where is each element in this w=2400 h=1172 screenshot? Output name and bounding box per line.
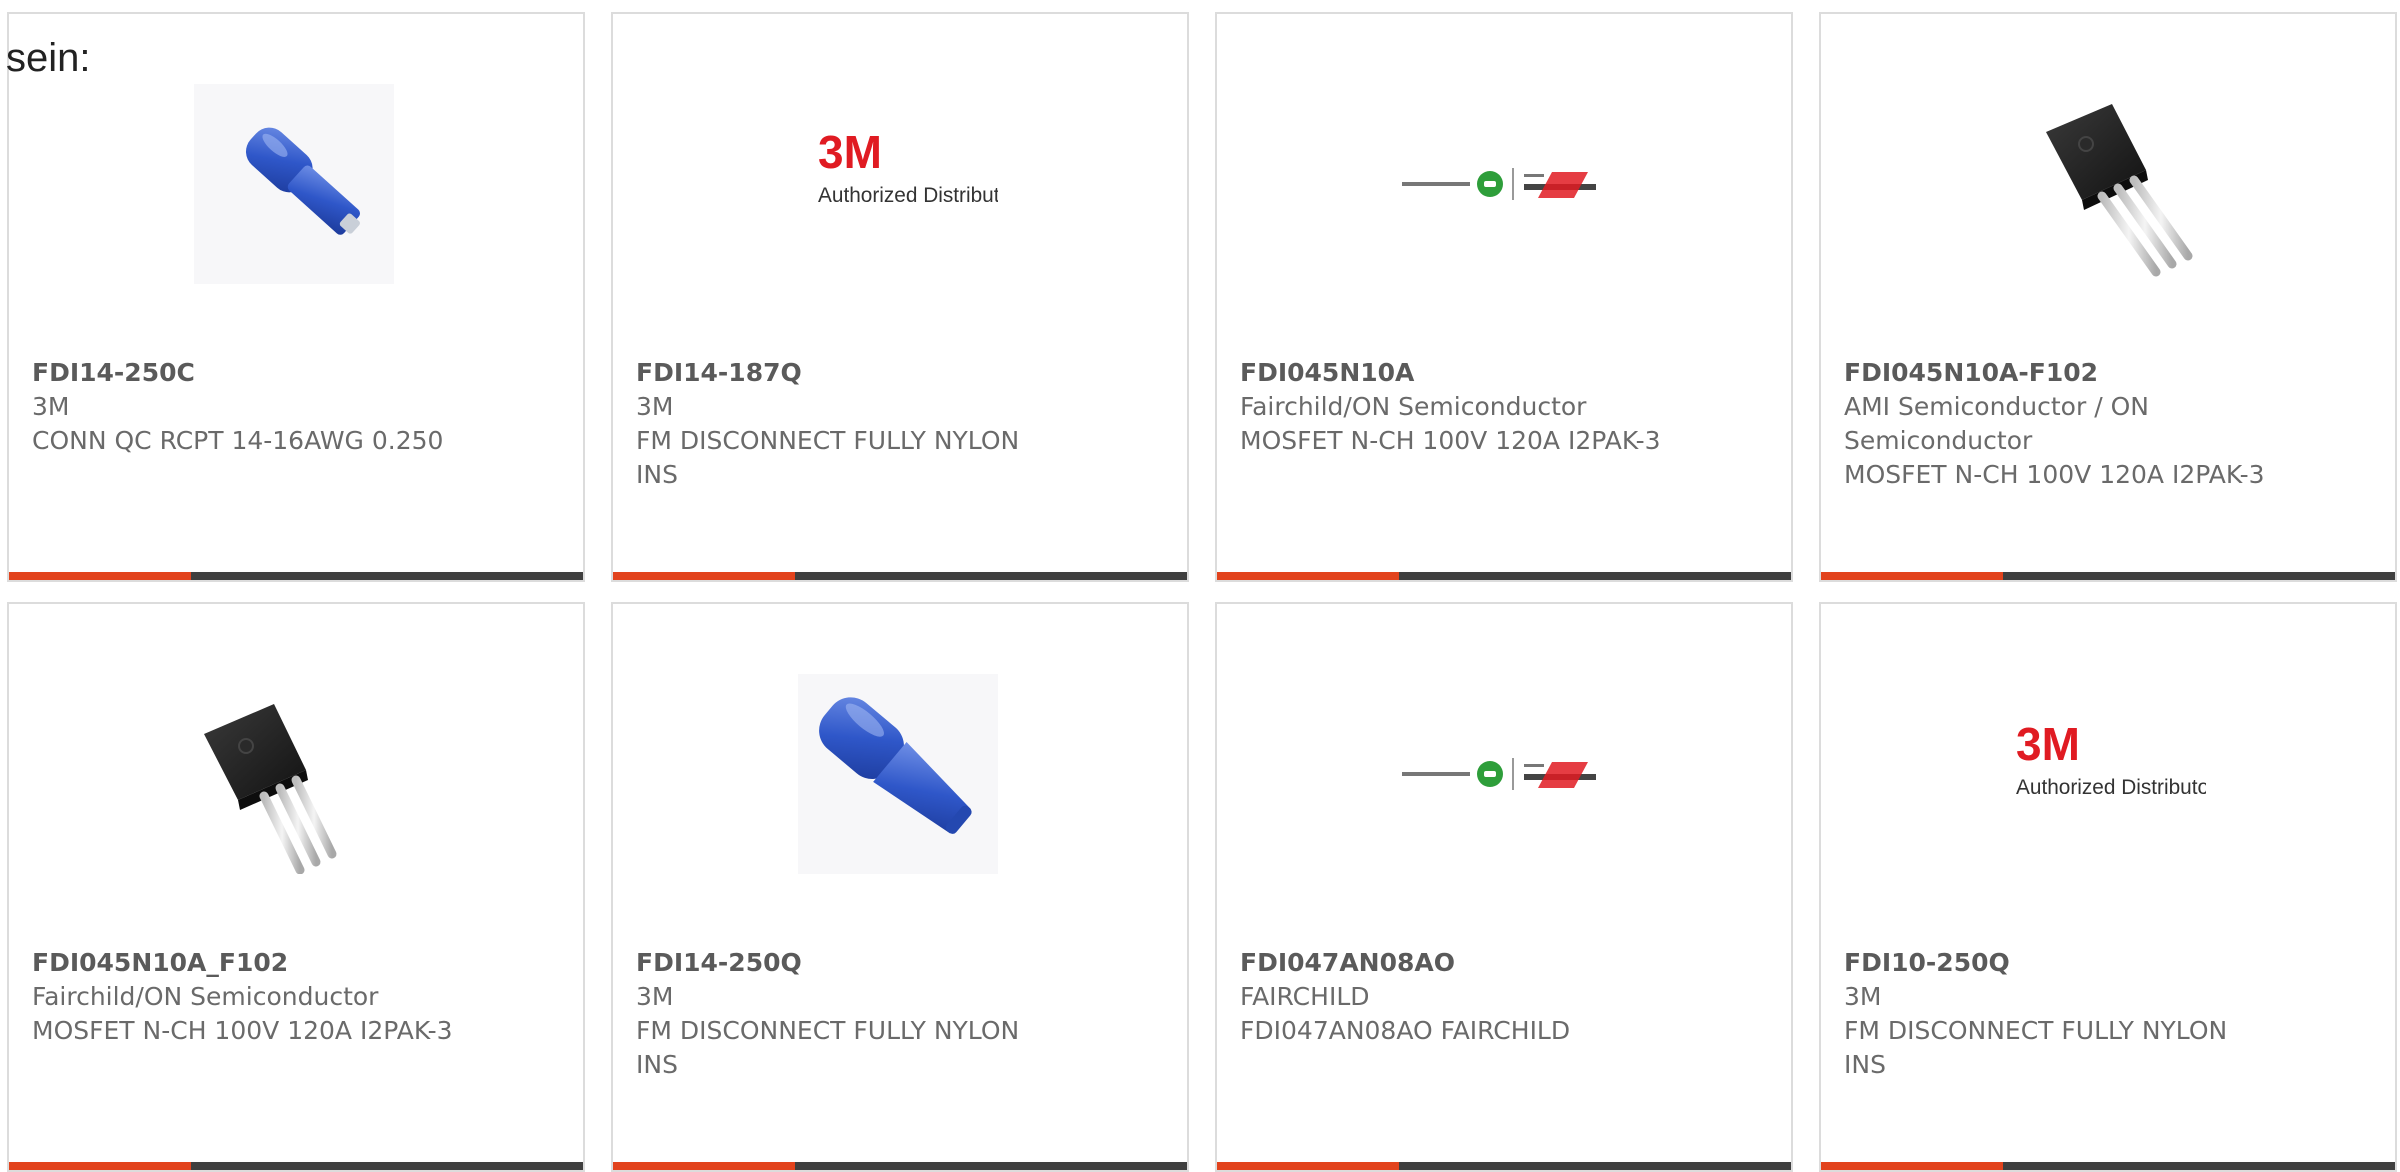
product-image [194, 674, 394, 875]
product-info: FDI045N10A_F102 Fairchild/ON Semiconduct… [32, 946, 462, 1048]
product-info: FDI045N10A-F102 AMI Semiconductor / ON S… [1844, 356, 2274, 492]
product-card[interactable]: FDI047AN08AO FAIRCHILD FDI047AN08AO FAIR… [1215, 602, 1793, 1172]
on-semiconductor-fairchild-logo-icon [1398, 84, 1602, 284]
product-info: FDI047AN08AO FAIRCHILD FDI047AN08AO FAIR… [1240, 946, 1670, 1048]
product-image: 3M Authorized Distributor [2006, 674, 2216, 874]
part-number[interactable]: FDI047AN08AO [1240, 946, 1670, 980]
product-image: 3M Authorized Distributor [798, 84, 1018, 284]
manufacturer: FAIRCHILD [1240, 982, 1370, 1011]
product-card[interactable]: 3M Authorized Distributor FDI14-187Q 3M … [611, 12, 1189, 582]
card-footer-bar [1821, 1162, 2395, 1170]
part-number[interactable]: FDI045N10A-F102 [1844, 356, 2274, 390]
transistor-icon [194, 674, 394, 875]
description: MOSFET N-CH 100V 120A I2PAK-3 [1844, 460, 2265, 489]
quick-connect-receptacle-icon [194, 84, 394, 284]
product-image [2006, 84, 2206, 284]
card-footer-accent [1217, 572, 1399, 580]
product-image [1398, 674, 1602, 874]
part-number[interactable]: FDI14-250Q [636, 946, 1066, 980]
nylon-disconnect-icon [798, 674, 998, 874]
card-footer-accent [613, 1162, 795, 1170]
product-info: FDI14-250Q 3M FM DISCONNECT FULLY NYLON … [636, 946, 1066, 1082]
manufacturer: Fairchild/ON Semiconductor [1240, 392, 1587, 421]
product-image [194, 84, 394, 284]
card-footer-bar [613, 1162, 1187, 1170]
3m-logo-icon: 3M Authorized Distributor [798, 84, 1018, 284]
on-semiconductor-fairchild-logo-icon [1398, 674, 1602, 874]
product-image [798, 674, 998, 874]
card-footer-accent [1217, 1162, 1399, 1170]
description: CONN QC RCPT 14-16AWG 0.250 [32, 426, 444, 455]
product-info: FDI14-250C 3M CONN QC RCPT 14-16AWG 0.25… [32, 356, 462, 458]
part-number[interactable]: FDI045N10A_F102 [32, 946, 462, 980]
card-footer-accent [1821, 572, 2003, 580]
card-footer-accent [9, 1162, 191, 1170]
description: FM DISCONNECT FULLY NYLON INS [636, 426, 1020, 489]
description: FM DISCONNECT FULLY NYLON INS [636, 1016, 1020, 1079]
product-card[interactable]: FDI14-250Q 3M FM DISCONNECT FULLY NYLON … [611, 602, 1189, 1172]
product-card[interactable]: FDI045N10A Fairchild/ON Semiconductor MO… [1215, 12, 1793, 582]
card-footer-bar [1821, 572, 2395, 580]
transistor-icon [2006, 84, 2206, 284]
svg-text:Authorized Distributor: Authorized Distributor [2016, 776, 2206, 799]
product-card[interactable]: FDI14-250C 3M CONN QC RCPT 14-16AWG 0.25… [7, 12, 585, 582]
product-card[interactable]: 3M Authorized Distributor FDI10-250Q 3M … [1819, 602, 2397, 1172]
product-card[interactable]: FDI045N10A_F102 Fairchild/ON Semiconduct… [7, 602, 585, 1172]
svg-text:Authorized Distributor: Authorized Distributor [818, 184, 998, 207]
manufacturer: 3M [636, 392, 674, 421]
product-info: FDI045N10A Fairchild/ON Semiconductor MO… [1240, 356, 1670, 458]
part-number[interactable]: FDI14-187Q [636, 356, 1066, 390]
manufacturer: Fairchild/ON Semiconductor [32, 982, 379, 1011]
card-footer-bar [9, 572, 583, 580]
product-image [1398, 84, 1602, 284]
product-info: FDI10-250Q 3M FM DISCONNECT FULLY NYLON … [1844, 946, 2274, 1082]
lead-text: sein: [6, 36, 91, 80]
part-number[interactable]: FDI10-250Q [1844, 946, 2274, 980]
card-footer-bar [1217, 1162, 1791, 1170]
card-footer-bar [1217, 572, 1791, 580]
card-footer-accent [1821, 1162, 2003, 1170]
manufacturer: AMI Semiconductor / ON Semiconductor [1844, 392, 2149, 455]
svg-text:3M: 3M [818, 126, 882, 178]
description: MOSFET N-CH 100V 120A I2PAK-3 [1240, 426, 1661, 455]
card-footer-accent [9, 572, 191, 580]
part-number[interactable]: FDI045N10A [1240, 356, 1670, 390]
part-number[interactable]: FDI14-250C [32, 356, 462, 390]
manufacturer: 3M [1844, 982, 1882, 1011]
product-info: FDI14-187Q 3M FM DISCONNECT FULLY NYLON … [636, 356, 1066, 492]
product-card[interactable]: FDI045N10A-F102 AMI Semiconductor / ON S… [1819, 12, 2397, 582]
manufacturer: 3M [636, 982, 674, 1011]
card-footer-bar [613, 572, 1187, 580]
3m-logo-icon: 3M Authorized Distributor [2006, 674, 2216, 874]
card-footer-accent [613, 572, 795, 580]
description: FM DISCONNECT FULLY NYLON INS [1844, 1016, 2228, 1079]
description: MOSFET N-CH 100V 120A I2PAK-3 [32, 1016, 453, 1045]
manufacturer: 3M [32, 392, 70, 421]
svg-text:3M: 3M [2016, 718, 2080, 770]
description: FDI047AN08AO FAIRCHILD [1240, 1016, 1571, 1045]
card-footer-bar [9, 1162, 583, 1170]
